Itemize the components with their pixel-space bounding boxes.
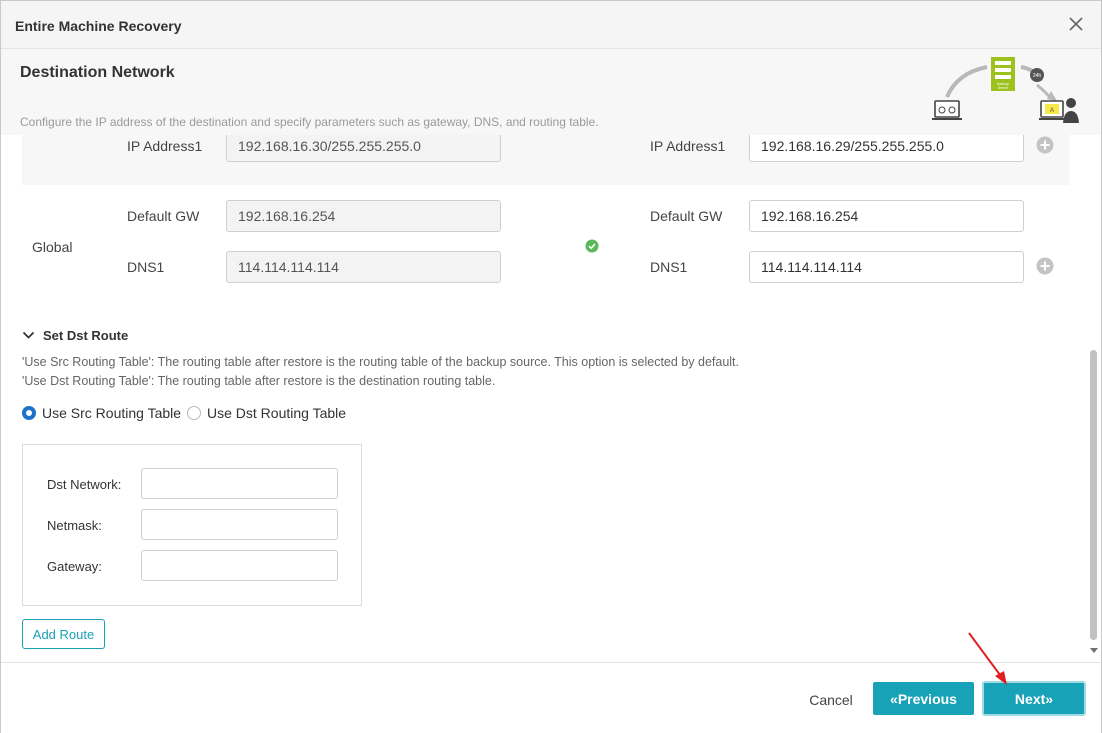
route-entry-box: Dst Network: Netmask: Gateway: — [22, 444, 362, 606]
src-gw-field: 192.168.16.254 — [226, 200, 501, 232]
dst-dns-input[interactable] — [749, 251, 1024, 283]
dst-ip-input[interactable] — [749, 135, 1024, 162]
step-title: Destination Network — [20, 64, 175, 81]
gateway-input[interactable] — [141, 550, 338, 581]
use-dst-routing-label: Use Dst Routing Table — [207, 405, 347, 421]
add-route-button[interactable]: Add Route — [22, 619, 105, 649]
set-dst-route-toggle[interactable]: Set Dst Route — [22, 328, 128, 343]
scroll-down-arrow-icon[interactable] — [1089, 645, 1099, 655]
schedule-badge: 24h — [1033, 73, 1042, 79]
dialog-scroll-content[interactable]: IP Address1 192.168.16.30/255.255.255.0 … — [1, 135, 1101, 662]
monitor-letter: A — [1050, 108, 1054, 114]
previous-button[interactable]: «Previous — [873, 682, 974, 715]
use-src-routing-radio[interactable]: Use Src Routing Table — [22, 405, 181, 421]
scrollbar-thumb[interactable] — [1090, 350, 1097, 640]
dst-gw-input[interactable] — [749, 200, 1024, 232]
dst-gw-label: Default GW — [650, 208, 723, 224]
close-icon[interactable] — [1065, 13, 1087, 35]
dialog-footer: Cancel «Previous Next» — [1, 662, 1101, 733]
netmask-label: Netmask: — [47, 518, 102, 533]
netmask-input[interactable] — [141, 509, 338, 540]
set-dst-route-title: Set Dst Route — [43, 328, 129, 343]
check-circle-icon — [585, 239, 599, 253]
dialog-title: Entire Machine Recovery — [15, 18, 182, 34]
src-ip-field: 192.168.16.30/255.255.255.0 — [226, 135, 501, 162]
cancel-button[interactable]: Cancel — [797, 684, 865, 716]
src-ip-label: IP Address1 — [127, 138, 203, 154]
dst-routing-note: 'Use Dst Routing Table': The routing tab… — [22, 374, 496, 388]
radio-selected-icon[interactable] — [22, 406, 36, 420]
radio-unselected-icon[interactable] — [187, 406, 201, 420]
add-dns-icon[interactable] — [1036, 257, 1054, 275]
global-label: Global — [32, 239, 73, 255]
src-dns-label: DNS1 — [127, 259, 165, 275]
add-ip-icon[interactable] — [1036, 136, 1054, 154]
src-routing-note: 'Use Src Routing Table': The routing tab… — [22, 355, 739, 369]
step-description: Configure the IP address of the destinat… — [20, 115, 599, 129]
step-header: Destination Network Configure the IP add… — [1, 49, 1101, 135]
src-dns-field: 114.114.114.114 — [226, 251, 501, 283]
dst-network-label: Dst Network: — [47, 477, 122, 492]
use-dst-routing-radio[interactable]: Use Dst Routing Table — [187, 405, 346, 421]
vertical-scrollbar[interactable] — [1087, 135, 1101, 662]
chevron-down-icon — [22, 331, 35, 339]
server-label-2: Server — [998, 86, 1009, 90]
recovery-illustration-icon: Backup Server 24h A — [932, 57, 1079, 123]
src-gw-label: Default GW — [127, 208, 200, 224]
gateway-label: Gateway: — [47, 559, 102, 574]
dst-network-input[interactable] — [141, 468, 338, 499]
dst-dns-label: DNS1 — [650, 259, 688, 275]
use-src-routing-label: Use Src Routing Table — [42, 405, 182, 421]
entire-machine-recovery-dialog: Entire Machine Recovery Destination Netw… — [0, 0, 1102, 733]
dst-ip-label: IP Address1 — [650, 138, 726, 154]
dialog-titlebar: Entire Machine Recovery — [1, 1, 1101, 49]
next-button[interactable]: Next» — [982, 681, 1086, 716]
